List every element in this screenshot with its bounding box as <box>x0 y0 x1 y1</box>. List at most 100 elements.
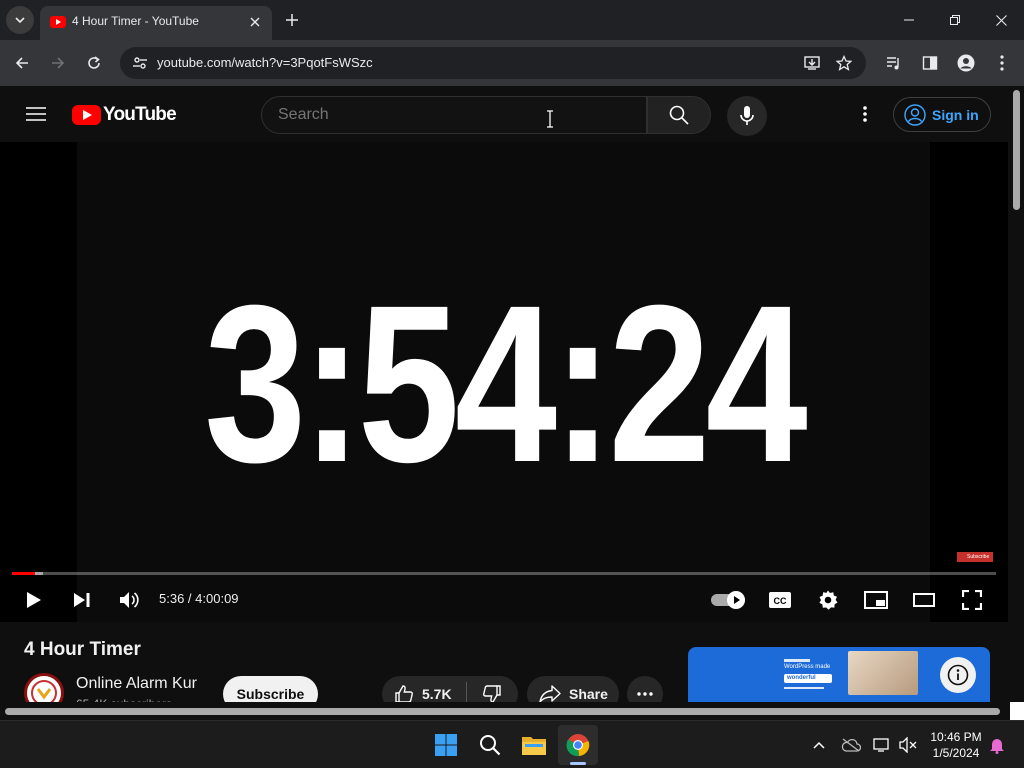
taskbar: 10:46 PM 1/5/2024 <box>0 720 1024 768</box>
youtube-logo-text: YouTube <box>103 104 177 125</box>
ad-info-button[interactable] <box>940 657 976 693</box>
settings-menu-button[interactable] <box>853 100 877 128</box>
play-icon <box>27 592 41 608</box>
settings-button[interactable] <box>812 586 844 614</box>
site-info-button[interactable] <box>128 51 152 75</box>
share-label: Share <box>569 686 608 702</box>
ad-image <box>848 651 918 695</box>
search-input[interactable] <box>278 106 618 124</box>
screen: 4 Hour Timer - YouTube youtube.com/watch… <box>0 0 1024 768</box>
text-cursor-icon <box>547 110 553 128</box>
horizontal-scrollbar[interactable] <box>0 702 1010 720</box>
close-window-button[interactable] <box>978 0 1024 40</box>
youtube-logo[interactable]: YouTube <box>72 104 177 125</box>
ad-highlight: wonderful <box>784 674 832 683</box>
arrow-left-icon <box>15 57 28 69</box>
file-explorer-button[interactable] <box>514 725 554 765</box>
scrollbar-corner <box>1010 702 1024 720</box>
subtitles-button[interactable]: CC <box>764 586 796 614</box>
theater-mode-button[interactable] <box>908 586 940 614</box>
tab-title: 4 Hour Timer - YouTube <box>72 14 199 28</box>
duration: 4:00:09 <box>195 591 239 606</box>
search-button[interactable] <box>647 96 711 134</box>
star-icon <box>836 55 852 71</box>
chevron-down-icon <box>15 17 25 24</box>
sign-in-button[interactable]: Sign in <box>893 97 991 132</box>
chrome-taskbar-button[interactable] <box>558 725 598 765</box>
notifications-button[interactable] <box>986 734 1008 756</box>
restore-icon <box>950 15 960 25</box>
miniplayer-icon <box>864 591 888 609</box>
clock[interactable]: 10:46 PM 1/5/2024 <box>924 729 988 761</box>
guide-menu-button[interactable] <box>22 100 50 128</box>
windows-logo-icon <box>435 734 457 756</box>
sign-in-label: Sign in <box>932 106 979 123</box>
profile-button[interactable] <box>952 49 980 77</box>
taskbar-search-button[interactable] <box>470 725 510 765</box>
voice-search-button[interactable] <box>727 96 767 136</box>
browser-tab-active[interactable]: 4 Hour Timer - YouTube <box>40 6 272 40</box>
music-queue-icon <box>887 57 899 70</box>
timer-display: 3:54:24 <box>204 259 808 509</box>
tab-close-button[interactable] <box>246 13 264 31</box>
search-box[interactable] <box>261 96 647 134</box>
play-button[interactable] <box>18 586 50 614</box>
address-bar[interactable]: youtube.com/watch?v=3PqotFsWSzc <box>120 47 866 79</box>
ad-banner[interactable]: WordPress made wonderful <box>688 647 990 707</box>
play-icon <box>734 596 740 604</box>
current-time: 5:36 <box>159 591 185 606</box>
video-player[interactable]: 3:54:24 Subscribe 5:36 / 4:00:09 CC <box>0 142 1008 622</box>
url-text[interactable]: youtube.com/watch?v=3PqotFsWSzc <box>157 55 373 70</box>
more-vertical-icon <box>1000 55 1004 71</box>
cloud-off-icon <box>841 738 861 752</box>
tab-search-button[interactable] <box>6 6 34 34</box>
fullscreen-icon <box>962 590 982 610</box>
bookmark-button[interactable] <box>832 51 856 75</box>
volume-tray-icon[interactable] <box>898 734 920 756</box>
close-icon <box>250 17 260 27</box>
autoplay-toggle[interactable] <box>711 591 747 609</box>
hamburger-menu-icon <box>26 107 46 121</box>
account-circle-icon <box>904 103 926 126</box>
chevron-up-icon <box>813 741 825 749</box>
forward-button[interactable] <box>44 49 72 77</box>
install-app-button[interactable] <box>800 51 824 75</box>
vertical-scrollbar[interactable] <box>1010 86 1024 702</box>
side-panel-button[interactable] <box>916 49 944 77</box>
media-controls-button[interactable] <box>880 49 908 77</box>
miniplayer-button[interactable] <box>860 586 892 614</box>
video-frame[interactable]: 3:54:24 Subscribe <box>77 142 993 622</box>
share-icon <box>539 685 561 703</box>
browser-toolbar: youtube.com/watch?v=3PqotFsWSzc <box>0 40 1024 86</box>
vertical-scrollbar-thumb[interactable] <box>1013 90 1020 210</box>
svg-text:CC: CC <box>774 596 787 606</box>
network-tray-icon[interactable] <box>872 734 894 756</box>
next-button[interactable] <box>66 586 98 614</box>
subscribe-watermark[interactable]: Subscribe <box>957 552 993 562</box>
more-vertical-icon <box>863 106 867 122</box>
ad-headline: WordPress made <box>784 664 831 670</box>
progress-bar[interactable] <box>12 572 996 575</box>
more-horizontal-icon <box>637 692 653 696</box>
active-app-indicator <box>570 762 586 765</box>
youtube-masthead: YouTube Sign in <box>0 86 1010 142</box>
install-icon <box>804 56 820 70</box>
onedrive-tray-icon[interactable] <box>840 734 862 756</box>
thumbs-down-icon <box>483 685 501 703</box>
channel-name[interactable]: Online Alarm Kur <box>76 675 197 693</box>
fullscreen-button[interactable] <box>956 586 988 614</box>
reload-button[interactable] <box>80 49 108 77</box>
restore-button[interactable] <box>932 0 978 40</box>
time-separator: / <box>184 591 196 606</box>
minimize-button[interactable] <box>886 0 932 40</box>
autoplay-knob <box>727 591 745 609</box>
new-tab-button[interactable] <box>282 10 302 30</box>
thumbs-up-icon <box>395 685 413 703</box>
show-hidden-icons-button[interactable] <box>808 734 830 756</box>
mute-button[interactable] <box>113 586 145 614</box>
horizontal-scrollbar-thumb[interactable] <box>5 708 1000 715</box>
back-button[interactable] <box>8 49 36 77</box>
theater-mode-icon <box>913 593 935 607</box>
start-button[interactable] <box>426 725 466 765</box>
browser-menu-button[interactable] <box>988 49 1016 77</box>
